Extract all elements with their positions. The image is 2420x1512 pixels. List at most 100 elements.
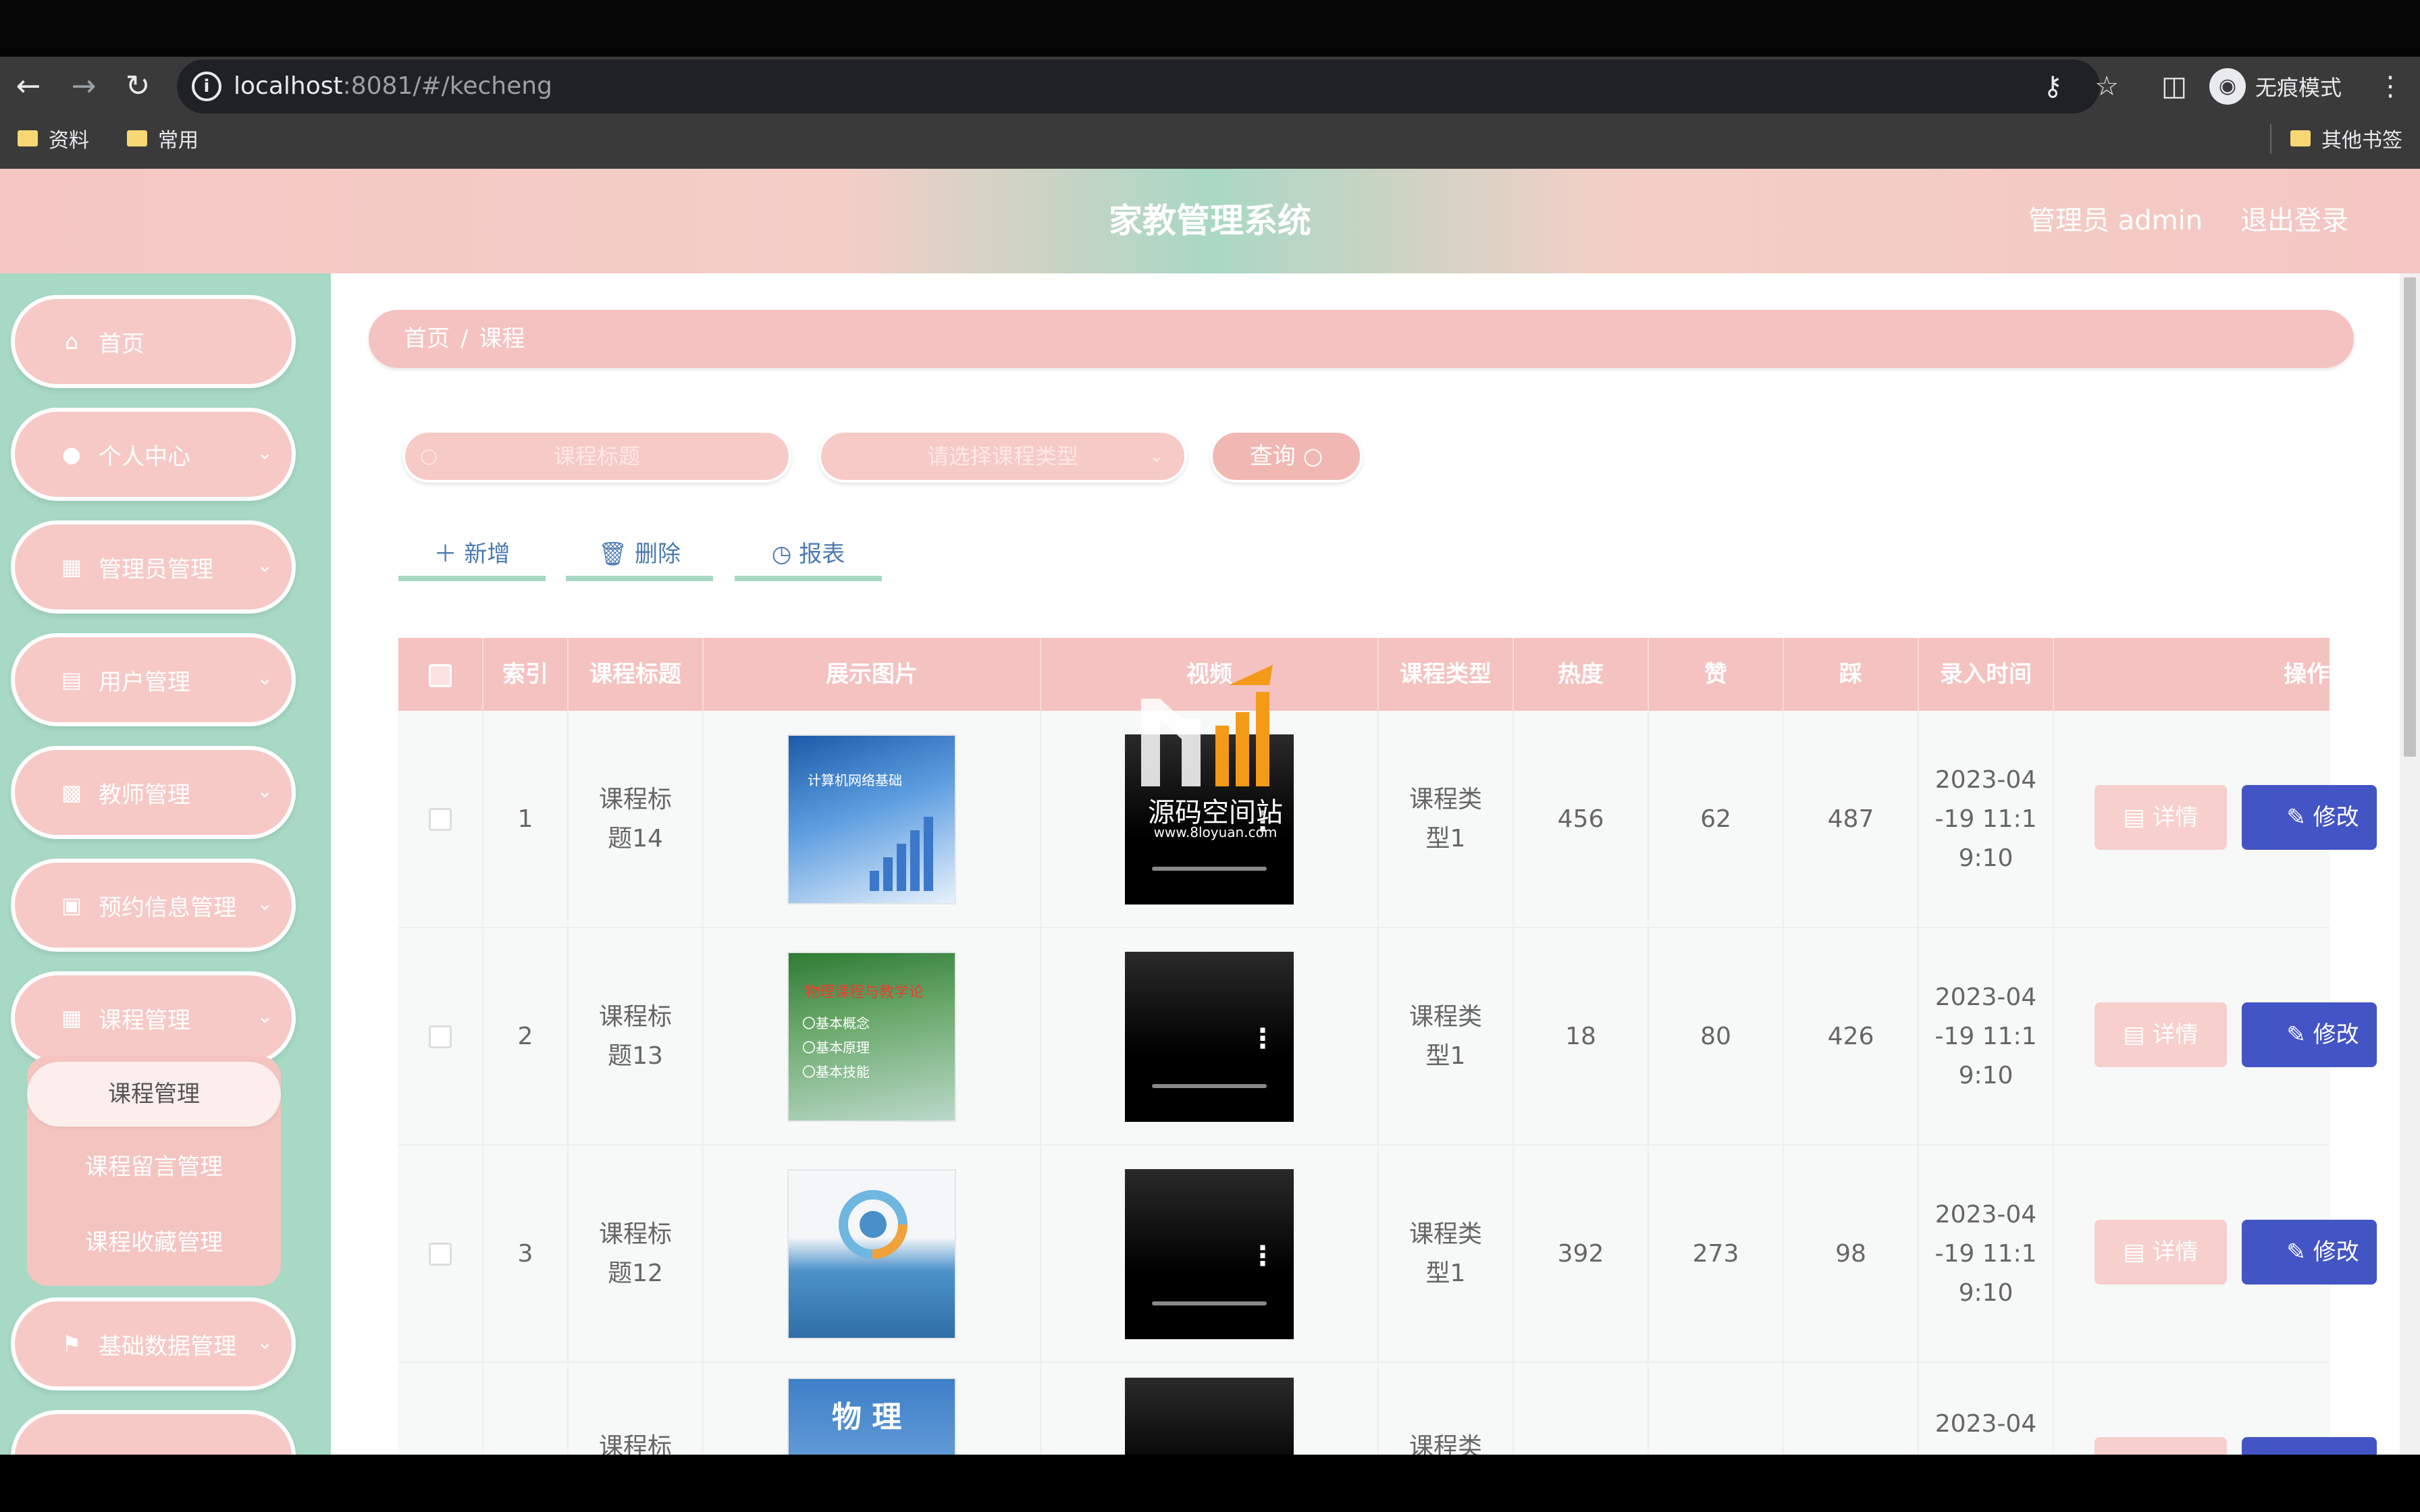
bookmark-folder-1[interactable]: 资料 [18,122,89,155]
sidebar: ⌂ 首页 ● 个人中心 ⌄ ▦ 管理员管理 ⌄ ▤ 用户管理 ⌄ ▩ 教师管理 [0,273,331,1455]
cell-dislikes: 487 [1784,711,1919,928]
course-cover-image[interactable] [787,1169,956,1339]
cell-type: 课程类型1 [1379,928,1514,1145]
sidebar-item-home[interactable]: ⌂ 首页 [11,295,296,388]
menu-kebab-icon[interactable]: ⋮ [2370,66,2411,107]
incognito-icon: ◉ [2209,68,2246,105]
video-progress-bar[interactable] [1152,1084,1267,1088]
edit-button[interactable]: ✎ 修改 [2242,785,2377,850]
col-header-actions: 操作 [2284,661,2330,688]
sidebar-item-profile[interactable]: ● 个人中心 ⌄ [11,408,296,501]
query-button[interactable]: 查询 ○ [1210,430,1363,483]
sidebar-item-admin[interactable]: ▦ 管理员管理 ⌄ [11,520,296,614]
course-video-player[interactable]: ⋮ [1125,734,1294,905]
forward-icon[interactable]: → [63,66,104,107]
col-header-type: 课程类型 [1379,638,1514,711]
bookmark-folder-2[interactable]: 常用 [127,122,199,155]
col-header-heat: 热度 [1514,638,1649,711]
chevron-down-icon: ⌄ [257,554,273,576]
breadcrumb-home[interactable]: 首页 [404,325,450,352]
cell-title: 课程标题 [569,1363,704,1455]
folder-icon [127,130,147,146]
video-menu-icon[interactable]: ⋮ [1249,802,1276,841]
trash-icon: 🗑 [598,541,628,568]
video-progress-bar[interactable] [1152,1301,1267,1305]
bookmark-divider [2270,124,2271,154]
document-icon: ▤ [2123,804,2145,831]
row-checkbox[interactable] [429,1243,452,1266]
sidebar-item-basic-data[interactable]: ⚑ 基础数据管理 ⌄ [11,1297,296,1390]
course-video-player[interactable]: ⋮ [1125,1169,1294,1339]
sidebar-item-users[interactable]: ▤ 用户管理 ⌄ [11,633,296,726]
pencil-icon: ✎ [2286,804,2306,831]
select-all-header [398,638,483,711]
course-title-search-input[interactable]: ○ 课程标题 [402,430,791,483]
row-checkbox[interactable] [429,808,452,831]
page-scrollbar[interactable] [2400,273,2420,1455]
col-header-index: 索引 [483,638,569,711]
cell-index [483,1363,569,1455]
browser-chrome: ← → ↻ i localhost:8081/#/kecheng ⚷ ☆ ◫ ◉… [0,57,2420,169]
detail-button[interactable]: ▤ 详情 [2095,1220,2227,1285]
cell-likes: 62 [1649,711,1784,928]
report-button[interactable]: ◷ 报表 [735,527,882,581]
cell-dislikes: 98 [1784,1145,1919,1363]
side-panel-icon[interactable]: ◫ [2154,66,2194,107]
course-video-player[interactable]: ⋮ [1125,952,1294,1122]
address-bar[interactable]: i localhost:8081/#/kecheng [177,59,2100,113]
delete-button[interactable]: 🗑 删除 [566,527,713,581]
sidebar-item-more[interactable] [11,1410,296,1455]
edit-button[interactable]: ✎ 修改 [2242,1220,2377,1285]
col-header-dislikes: 踩 [1784,638,1919,711]
cell-likes: 80 [1649,928,1784,1145]
edit-button[interactable]: ✎ 修改 [2242,1002,2377,1067]
add-button[interactable]: ＋ 新增 [398,527,546,581]
key-icon[interactable]: ⚷ [2032,66,2073,107]
submenu-item-course-comments[interactable]: 课程留言管理 [27,1135,281,1199]
row-checkbox[interactable] [429,1025,452,1048]
video-progress-bar[interactable] [1152,867,1267,871]
submenu-item-course-favorites[interactable]: 课程收藏管理 [27,1210,281,1275]
sidebar-item-appointments[interactable]: ▣ 预约信息管理 ⌄ [11,859,296,952]
cell-index: 2 [483,928,569,1145]
submenu-item-course-manage[interactable]: 课程管理 [27,1062,281,1127]
reload-icon[interactable]: ↻ [117,66,158,107]
scrollbar-thumb[interactable] [2404,277,2416,757]
star-icon[interactable]: ☆ [2086,66,2127,107]
video-menu-icon[interactable]: ⋮ [1249,1237,1276,1276]
back-icon[interactable]: ← [8,66,49,107]
course-cover-image[interactable]: 物理课程与教学论 〇基本概念 〇基本原理 〇基本技能 [787,952,956,1122]
logout-link[interactable]: 退出登录 [2240,169,2348,273]
course-cover-image[interactable]: 物 理 [787,1378,956,1455]
sidebar-item-courses[interactable]: ▦ 课程管理 ⌄ [11,971,296,1064]
video-menu-icon[interactable]: ⋮ [1249,1019,1276,1058]
search-icon: ○ [420,444,438,468]
course-type-select[interactable]: 请选择课程类型 ⌄ [818,430,1187,483]
course-cover-image[interactable]: 计算机网络基础 [787,734,956,905]
edit-button[interactable] [2242,1437,2377,1455]
table-row: 3 课程标题12 ⋮ 课程类型1 392 273 98 2023-04-19 1… [398,1145,2377,1363]
chevron-down-icon: ⌄ [257,1331,273,1353]
url-text: localhost:8081/#/kecheng [234,72,552,100]
detail-button[interactable] [2095,1437,2227,1455]
col-header-video: 视频 [1041,638,1379,711]
pie-chart-icon: ◷ [771,541,792,568]
select-all-checkbox[interactable] [429,664,452,687]
detail-button[interactable]: ▤ 详情 [2095,1002,2227,1067]
course-video-player[interactable] [1125,1378,1294,1455]
document-icon: ▤ [2123,1021,2145,1048]
cell-type: 课程类型1 [1379,711,1514,928]
cell-likes [1649,1363,1784,1455]
other-bookmarks[interactable]: 其他书签 [2290,122,2402,155]
info-icon[interactable]: i [192,72,221,101]
cell-dislikes [1784,1363,1919,1455]
folder-icon [2290,130,2311,146]
detail-button[interactable]: ▤ 详情 [2095,785,2227,850]
incognito-indicator[interactable]: ◉ 无痕模式 [2209,62,2342,111]
course-submenu: 课程管理 课程留言管理 课程收藏管理 [27,1056,281,1286]
user-icon: ● [62,441,81,467]
cell-title: 课程标题13 [569,928,704,1145]
document-icon: ▤ [2123,1239,2145,1266]
cell-index: 3 [483,1145,569,1363]
sidebar-item-teachers[interactable]: ▩ 教师管理 ⌄ [11,746,296,839]
